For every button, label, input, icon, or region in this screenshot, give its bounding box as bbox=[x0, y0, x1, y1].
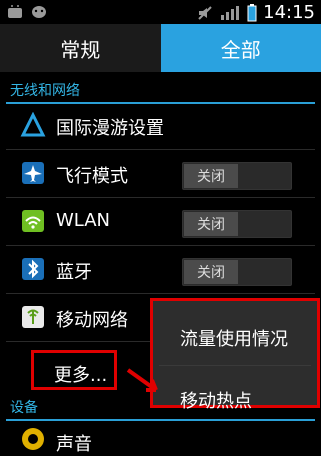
cat-icon bbox=[30, 3, 48, 19]
sound-icon bbox=[20, 426, 46, 452]
mobile-network-icon bbox=[20, 304, 46, 330]
tab-all-label: 全部 bbox=[221, 34, 261, 63]
section-device-title: 设备 bbox=[10, 397, 38, 417]
settings-row-sound[interactable]: 声音 bbox=[0, 420, 321, 453]
airplane-toggle-off: 关闭 bbox=[184, 164, 238, 188]
popup-item-hotspot[interactable]: 移动热点 bbox=[180, 387, 252, 413]
battery-icon bbox=[247, 4, 257, 22]
bluetooth-toggle[interactable]: 关闭 bbox=[182, 258, 292, 286]
section-wireless-title: 无线和网络 bbox=[10, 80, 80, 100]
settings-row-wlan[interactable]: WLAN 关闭 bbox=[0, 198, 321, 246]
silent-icon bbox=[197, 5, 213, 21]
tab-general-label: 常规 bbox=[60, 34, 100, 63]
settings-row-airplane[interactable]: 飞行模式 关闭 bbox=[0, 150, 321, 198]
android-icon bbox=[6, 3, 24, 19]
status-time: 14:15 bbox=[263, 2, 315, 23]
wlan-label: WLAN bbox=[56, 210, 110, 231]
roaming-label: 国际漫游设置 bbox=[56, 114, 164, 140]
airplane-label: 飞行模式 bbox=[56, 162, 128, 188]
section-wireless: 无线和网络 bbox=[0, 76, 321, 104]
status-left-icons bbox=[6, 3, 48, 19]
status-right-icons: 14:15 bbox=[197, 2, 315, 23]
airplane-icon bbox=[20, 160, 46, 186]
airplane-toggle[interactable]: 关闭 bbox=[182, 162, 292, 190]
popup-item-data-usage[interactable]: 流量使用情况 bbox=[180, 325, 288, 351]
roaming-icon bbox=[20, 112, 46, 138]
wlan-toggle-off: 关闭 bbox=[184, 212, 238, 236]
bluetooth-label: 蓝牙 bbox=[56, 258, 92, 284]
tab-general[interactable]: 常规 bbox=[0, 24, 161, 72]
more-button[interactable]: 更多... bbox=[54, 361, 107, 387]
popup-divider bbox=[159, 365, 311, 366]
sound-label: 声音 bbox=[56, 430, 92, 456]
wlan-toggle[interactable]: 关闭 bbox=[182, 210, 292, 238]
settings-tabs: 常规 全部 bbox=[0, 24, 321, 72]
status-bar: 14:15 bbox=[0, 0, 321, 24]
more-popup-menu: 流量使用情况 移动热点 bbox=[150, 298, 320, 408]
wifi-icon bbox=[20, 208, 46, 234]
settings-row-roaming[interactable]: 国际漫游设置 bbox=[0, 102, 321, 150]
mobile-network-label: 移动网络 bbox=[56, 306, 128, 332]
bluetooth-icon bbox=[20, 256, 46, 282]
settings-row-bluetooth[interactable]: 蓝牙 关闭 bbox=[0, 246, 321, 294]
signal-icon bbox=[219, 5, 241, 21]
tab-all[interactable]: 全部 bbox=[161, 24, 321, 72]
bluetooth-toggle-off: 关闭 bbox=[184, 260, 238, 284]
arrow-icon bbox=[124, 360, 164, 400]
